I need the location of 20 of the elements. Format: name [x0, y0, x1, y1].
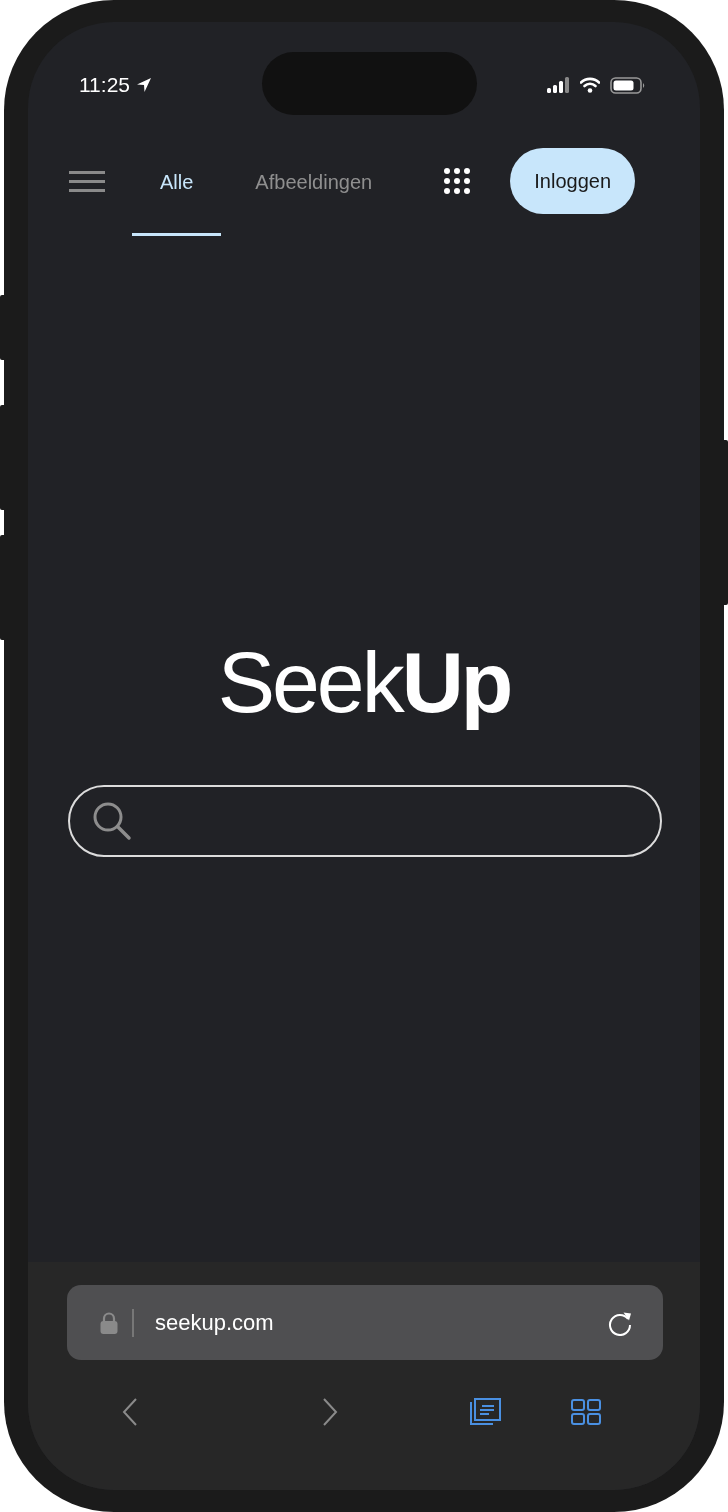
logo: SeekUp — [216, 634, 512, 730]
forward-icon[interactable] — [322, 1398, 338, 1426]
lock-icon — [100, 1311, 118, 1334]
document-stack-icon[interactable] — [467, 1398, 501, 1426]
location-icon — [136, 77, 152, 93]
clock: 11:25 — [79, 73, 130, 97]
search-field[interactable] — [68, 785, 662, 857]
apps-grid-icon[interactable] — [444, 168, 471, 194]
signal-icon — [547, 77, 571, 93]
menu-icon[interactable] — [69, 169, 105, 193]
back-icon[interactable] — [122, 1398, 138, 1426]
wifi-icon — [580, 77, 600, 93]
tab[interactable]: Alle — [132, 148, 222, 236]
tabs-grid-icon[interactable] — [571, 1399, 601, 1425]
search-icon — [92, 801, 132, 841]
address-bar[interactable]: seekup.com — [67, 1285, 663, 1360]
url-text: seekup.com — [155, 1309, 274, 1336]
battery-icon — [610, 76, 646, 94]
tab[interactable]: Afbeeldingen — [227, 148, 401, 233]
login-button[interactable]: Inloggen — [510, 148, 636, 214]
